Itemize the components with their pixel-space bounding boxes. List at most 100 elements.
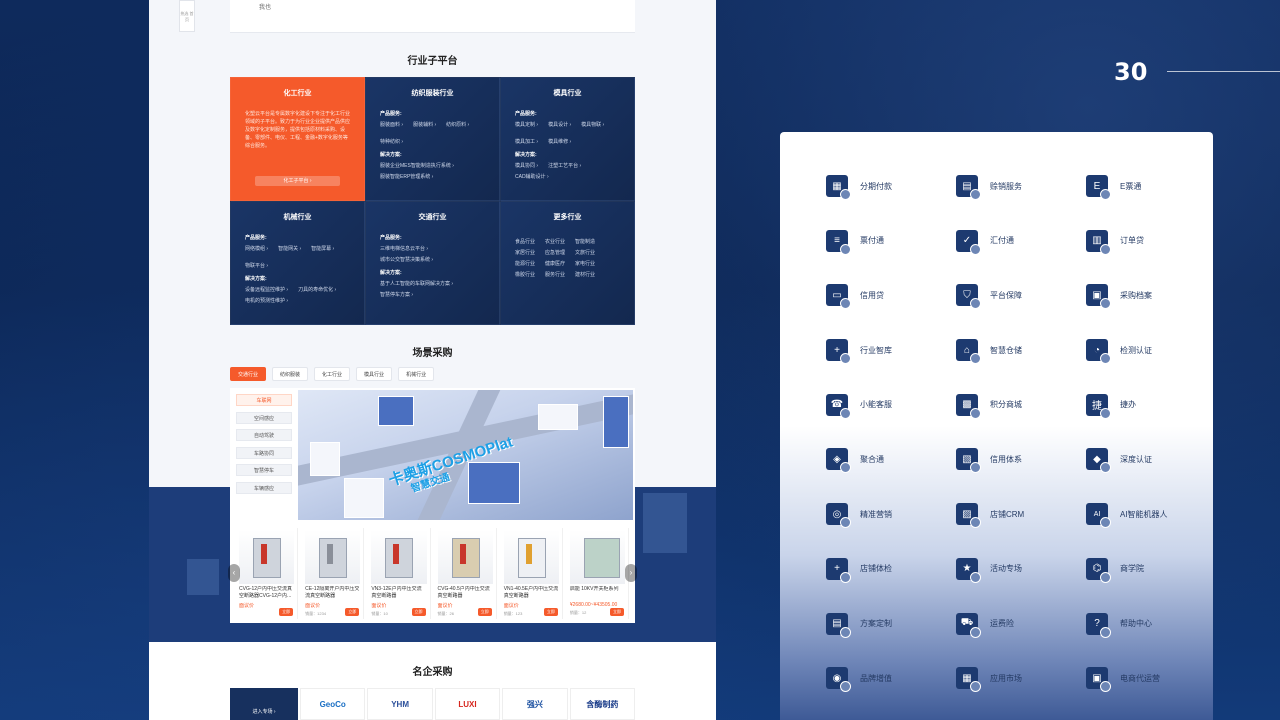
product-card[interactable]: 启能 10KV开关柜系列 ¥2680.00~¥43505.00 销量：12 立即 <box>567 528 630 619</box>
service-item[interactable]: ▥ 订单贷 <box>1086 227 1216 255</box>
industry-link[interactable]: 文旅行业 <box>575 249 595 256</box>
service-item[interactable]: ▣ 采购档案 <box>1086 281 1216 310</box>
industry-cell-chemical[interactable]: 化工行业 化塑云平台是专属数字化建设下专注于化工行业领域的子平台。致力于为行业企… <box>230 77 365 201</box>
industry-link[interactable]: 刀具的寿命优化 › <box>298 286 336 293</box>
industry-cell-textile[interactable]: 纺织服装行业 产品服务: 服装面料 › 服装辅料 › 纺织原料 › 特种纺织 ›… <box>365 77 500 201</box>
tab-mold[interactable]: 模具行业 <box>356 367 393 381</box>
service-item[interactable]: ▤ 方案定制 <box>826 610 956 638</box>
industry-link[interactable]: 服务行业 <box>545 271 565 278</box>
buy-button[interactable]: 立即 <box>411 608 426 616</box>
industry-link[interactable]: 智能网关 › <box>278 245 301 252</box>
service-item[interactable]: ☎ 小能客服 <box>826 391 956 419</box>
buy-button[interactable]: 立即 <box>543 608 558 616</box>
industry-link[interactable]: 智能屏幕 › <box>311 245 334 252</box>
service-item[interactable]: ⌬ 商学院 <box>1086 555 1216 583</box>
industry-link[interactable]: 纺织原料 › <box>446 121 469 128</box>
brand-logo[interactable]: YHM <box>367 688 433 720</box>
industry-link[interactable]: 服装智能ERP管理系统 › <box>380 173 433 180</box>
industry-link[interactable]: 物联平台 › <box>245 262 268 269</box>
industry-link[interactable]: 三维电梯信息云平台 › <box>380 245 428 252</box>
brand-logo[interactable]: LUXI <box>434 688 501 720</box>
brand-logo[interactable]: GeoCo <box>300 688 366 720</box>
industry-link[interactable]: 服装辅料 › <box>413 121 436 128</box>
industry-link[interactable]: 健康医疗 <box>545 260 565 267</box>
industry-link[interactable]: 能源行业 <box>515 260 535 267</box>
brand-logo[interactable]: 含酶制药 <box>569 688 636 720</box>
industry-link[interactable]: 模具设计 › <box>548 121 571 128</box>
industry-link[interactable]: 家电行业 <box>575 260 595 267</box>
buy-button[interactable]: 立即 <box>279 608 294 616</box>
industry-cell-more[interactable]: 更多行业 食品行业 农业行业 智能制造 家居行业 应急管理 文旅行业 能源行业 … <box>500 201 635 325</box>
service-item[interactable]: ▤ 赊销服务 <box>956 172 1086 200</box>
service-item[interactable]: ⛟ 运费险 <box>956 610 1086 638</box>
product-card[interactable]: VN3-12E户内中压交流真空断路器 面议价 销量：10 立即 <box>368 528 431 619</box>
industry-cell-transport[interactable]: 交通行业 产品服务: 三维电梯信息云平台 › 城市公交智慧决策系统 › 解决方案… <box>365 201 500 325</box>
service-item[interactable]: ★ 活动专场 <box>956 555 1086 583</box>
industry-link[interactable]: 家居行业 <box>515 249 535 256</box>
industry-cell-machinery[interactable]: 机械行业 产品服务: 网络模组 › 智能网关 › 智能屏幕 › 物联平台 › 解… <box>230 201 365 325</box>
service-item[interactable]: ✓ 汇付通 <box>956 227 1086 255</box>
service-item[interactable]: ◈ 聚合通 <box>826 445 956 474</box>
industry-link[interactable]: 电机的预测性维护 › <box>245 297 288 304</box>
scene-menu-item[interactable]: 车辆感应 <box>236 481 292 494</box>
product-card[interactable]: CVG-40.5户内中压交流真空断路器 面议价 销量：26 立即 <box>435 528 497 619</box>
service-item[interactable]: ⛉ 平台保障 <box>956 281 1086 310</box>
industry-link[interactable]: 应急管理 <box>545 249 565 256</box>
industry-link[interactable]: CAD辅助设计 › <box>515 173 549 180</box>
carousel-next-button[interactable]: › <box>625 564 637 582</box>
chemical-platform-button[interactable]: 化工子平台 › <box>255 176 340 186</box>
industry-link[interactable]: 服装面料 › <box>380 121 403 128</box>
industry-link[interactable]: 建材行业 <box>575 271 595 278</box>
side-float-bar[interactable]: 热选 首页 <box>179 0 195 32</box>
service-item[interactable]: ▧ 信用体系 <box>956 445 1086 474</box>
industry-link[interactable]: 农业行业 <box>545 238 565 245</box>
scene-menu-item[interactable]: 车路协同 <box>236 446 292 459</box>
service-item[interactable]: + 店铺体检 <box>826 555 956 583</box>
industry-link[interactable]: 模具物联 › <box>581 121 604 128</box>
brand-logo[interactable]: 强兴 <box>502 688 568 720</box>
industry-link[interactable]: 基于人工智能的车联网解决方案 › <box>380 280 453 287</box>
service-item[interactable]: ▩ 积分商城 <box>956 391 1086 419</box>
scene-menu-item[interactable]: 空间感应 <box>236 411 292 424</box>
industry-link[interactable]: 模具维修 › <box>548 138 571 145</box>
service-item[interactable]: ◆ 深度认证 <box>1086 445 1216 474</box>
scene-menu-item[interactable]: 自动驾驶 <box>236 429 292 441</box>
service-item[interactable]: ▦ 应用市场 <box>956 664 1086 693</box>
tab-transport[interactable]: 交通行业 <box>230 367 267 381</box>
scene-menu-item[interactable]: 车联网 <box>236 394 292 406</box>
industry-link[interactable]: 特种纺织 › <box>380 138 403 145</box>
industry-cell-mold[interactable]: 模具行业 产品服务: 模具定制 › 模具设计 › 模具物联 › 模具加工 › 模… <box>500 77 635 201</box>
service-item[interactable]: + 行业智库 <box>826 336 956 365</box>
scene-menu-item[interactable]: 智慧停车 <box>236 464 292 476</box>
service-item[interactable]: ▨ 店铺CRM <box>956 500 1086 529</box>
industry-link[interactable]: 模具协同 › <box>515 162 538 169</box>
tab-machinery[interactable]: 机械行业 <box>398 367 435 381</box>
industry-link[interactable]: 注塑工艺平台 › <box>548 162 581 169</box>
industry-link[interactable]: 橡胶行业 <box>515 271 535 278</box>
service-item[interactable]: ◎ 精准营销 <box>826 500 956 529</box>
service-item[interactable]: ▭ 信用贷 <box>826 281 956 310</box>
industry-link[interactable]: 服装企业MES智能制造执行系统 › <box>380 162 454 169</box>
enter-brand-button[interactable]: 进入专场 › <box>230 688 298 720</box>
service-item[interactable]: ◔ 检测认证 <box>1086 336 1216 365</box>
buy-button[interactable]: 立即 <box>345 608 360 616</box>
industry-link[interactable]: 网络模组 › <box>245 245 268 252</box>
service-item[interactable]: AI AI智能机器人 <box>1086 500 1216 529</box>
industry-link[interactable]: 模具定制 › <box>515 121 538 128</box>
tab-textile[interactable]: 纺织服装 <box>272 367 309 381</box>
service-item[interactable]: ⌂ 智慧仓储 <box>956 336 1086 365</box>
tab-chemical[interactable]: 化工行业 <box>314 367 351 381</box>
product-card[interactable]: CE-12隔离开户内中压交流真空断路器 面议价 销量：1234 立即 <box>302 528 365 619</box>
industry-link[interactable]: 食品行业 <box>515 238 535 245</box>
industry-link[interactable]: 设备远程监控维护 › <box>245 286 288 293</box>
service-item[interactable]: ≡ 票付通 <box>826 227 956 255</box>
service-item[interactable]: ▣ 电商代运营 <box>1086 664 1216 693</box>
industry-link[interactable]: 模具加工 › <box>515 138 538 145</box>
service-item[interactable]: 捷捷办 <box>1086 391 1216 419</box>
service-item[interactable]: ? 帮助中心 <box>1086 610 1216 638</box>
buy-button[interactable]: 立即 <box>477 608 492 616</box>
service-item[interactable]: E E票通 <box>1086 172 1216 200</box>
buy-button[interactable]: 立即 <box>610 608 625 616</box>
industry-link[interactable]: 智能制造 <box>575 238 595 245</box>
product-card[interactable]: CVG-12户内中压交流真空断路器CVG-12户内... 面议价 立即 <box>236 528 299 619</box>
